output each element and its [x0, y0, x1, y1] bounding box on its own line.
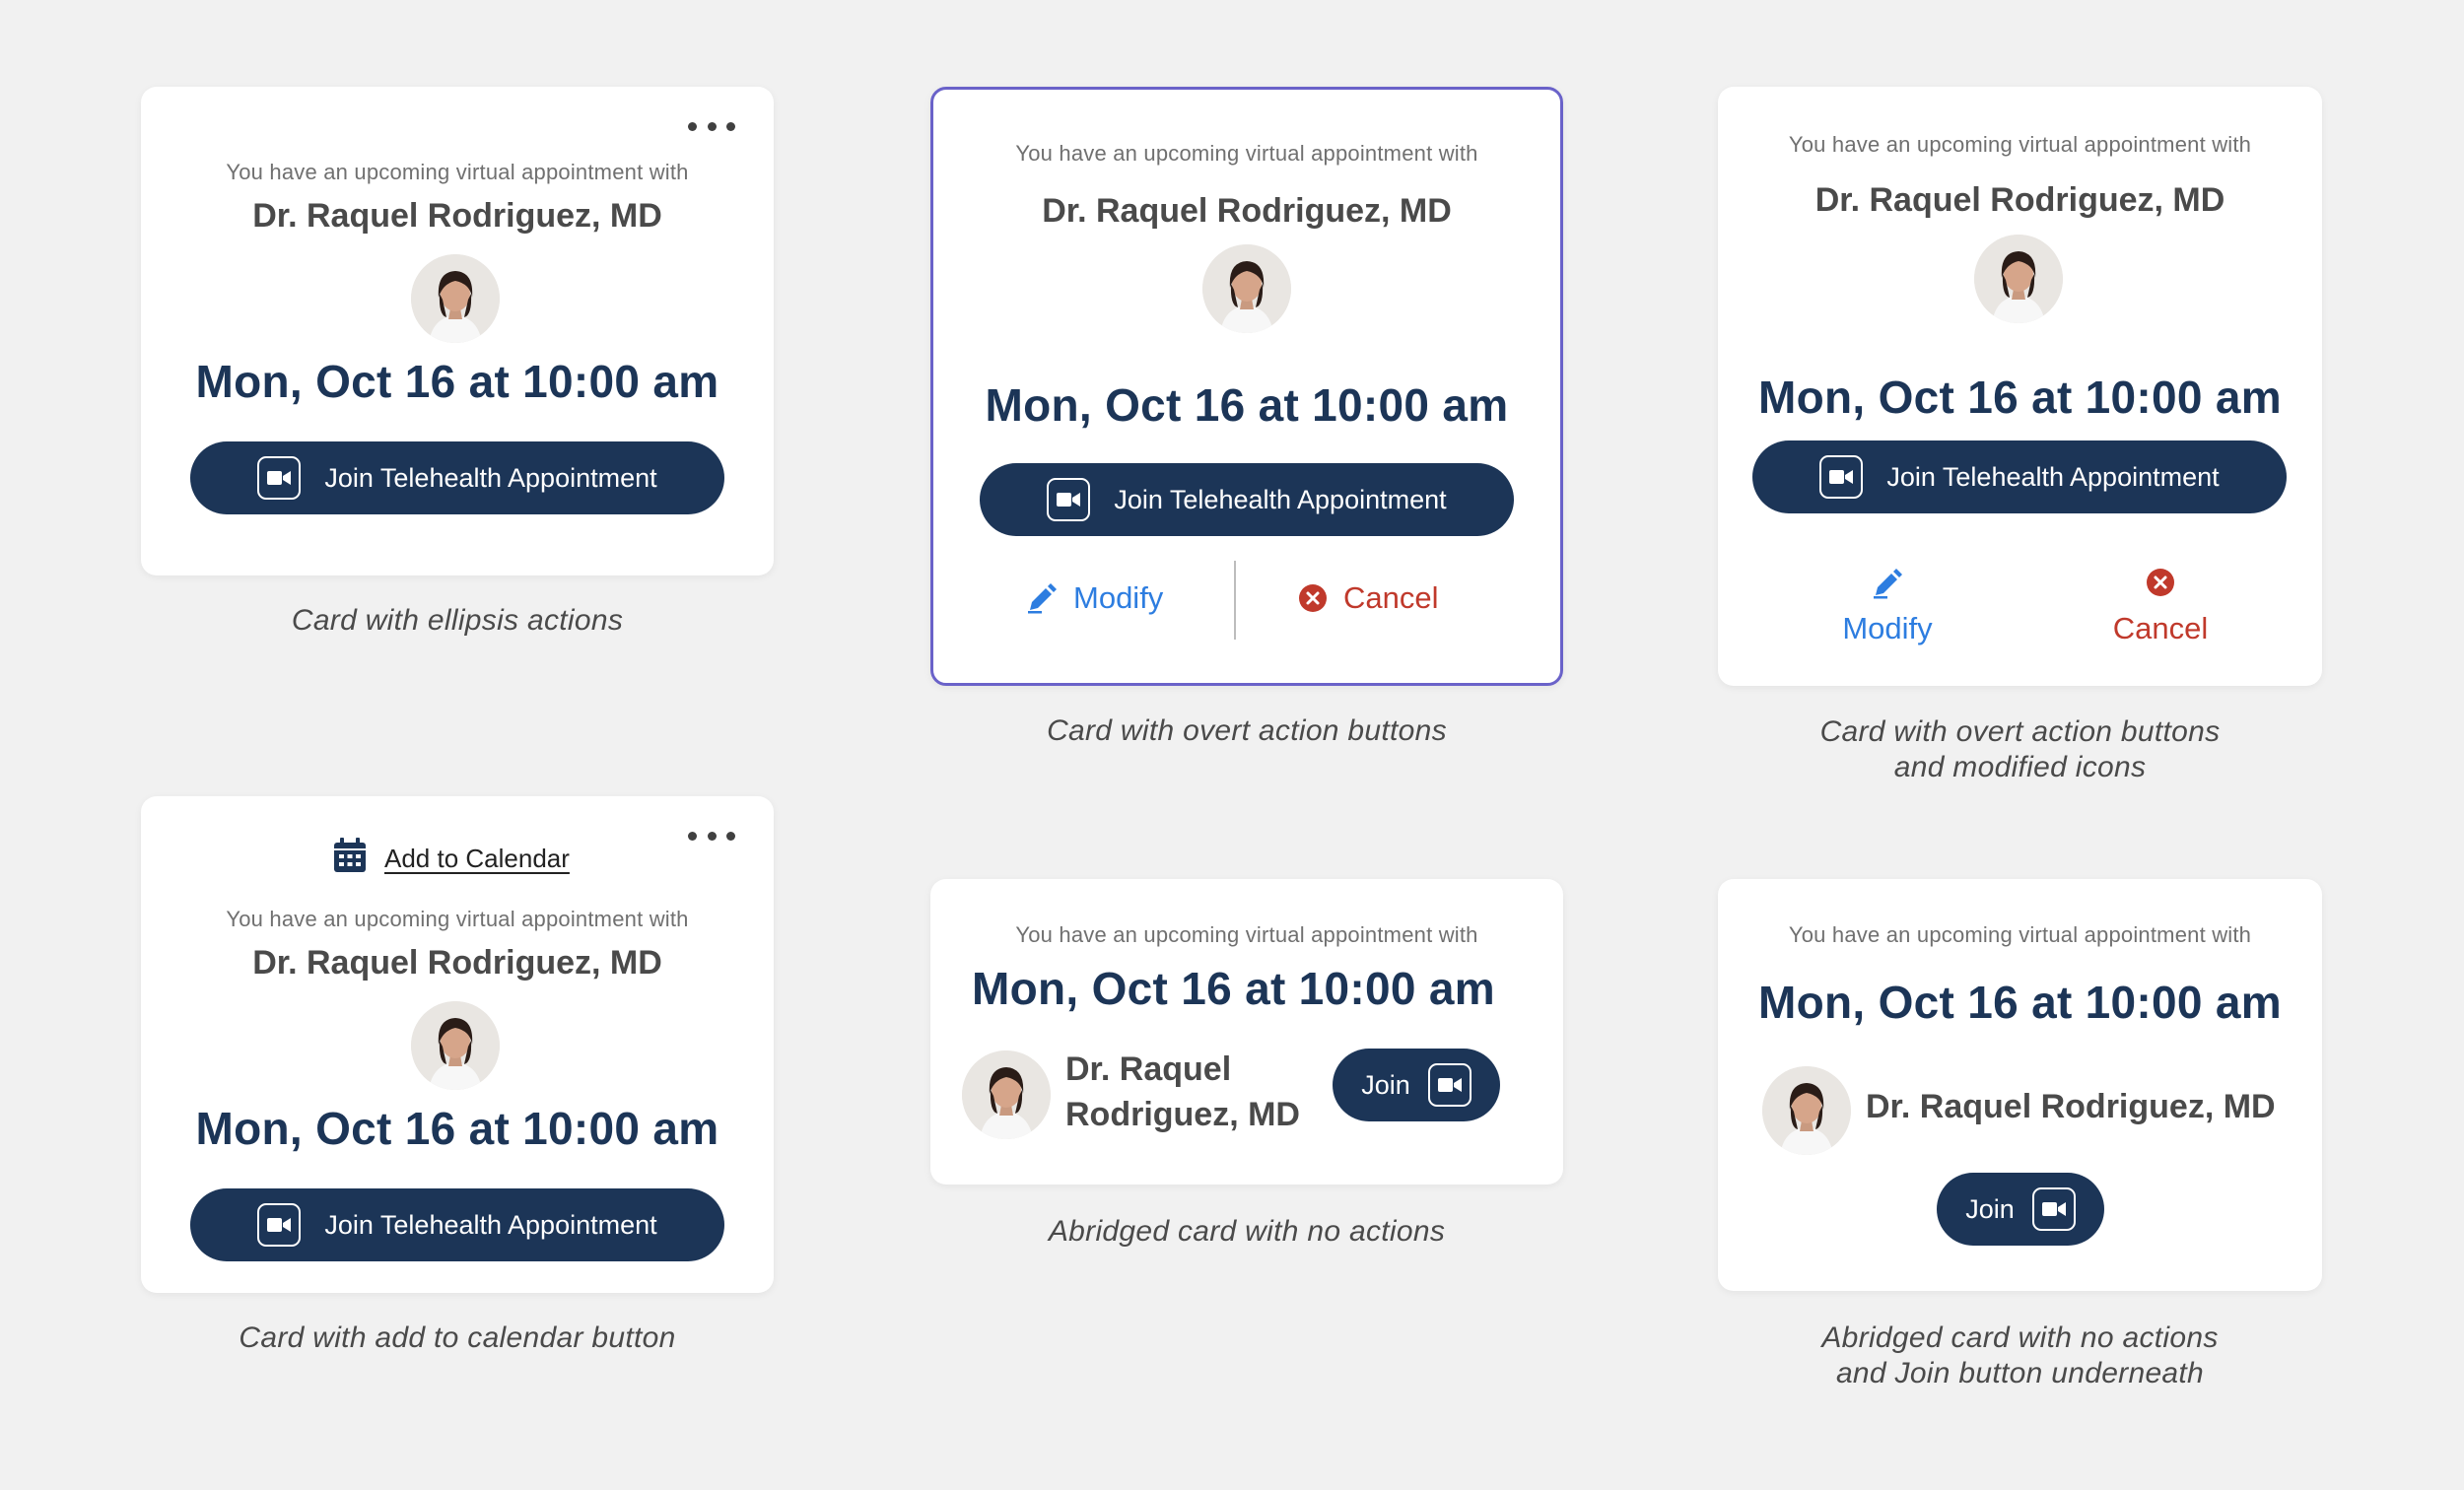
caption-card-1: Card with ellipsis actions	[291, 604, 624, 637]
calendar-icon	[334, 838, 366, 872]
cancel-circle-icon	[2147, 569, 2174, 596]
doctor-name-line-2: Rodriguez, MD	[1065, 1096, 1300, 1133]
avatar	[1762, 1066, 1851, 1155]
join-button-label: Join	[1965, 1193, 2015, 1224]
appointment-datetime: Mon, Oct 16 at 10:00 am	[195, 1103, 719, 1154]
appointment-intro: You have an upcoming virtual appointment…	[1015, 922, 1478, 947]
appointment-intro: You have an upcoming virtual appointment…	[226, 160, 689, 184]
appointment-datetime: Mon, Oct 16 at 10:00 am	[1758, 372, 2282, 423]
join-button-label: Join	[1361, 1069, 1410, 1100]
caption-card-4: Card with add to calendar button	[239, 1321, 676, 1354]
join-button[interactable]: Join	[1937, 1173, 2104, 1246]
card-overt-actions: You have an upcoming virtual appointment…	[930, 87, 1563, 686]
cancel-button[interactable]: Cancel	[2091, 568, 2229, 646]
join-button-label: Join Telehealth Appointment	[1886, 461, 2220, 492]
add-to-calendar-link[interactable]: Add to Calendar	[384, 844, 570, 874]
avatar	[1974, 235, 2063, 323]
doctor-name-line-1: Dr. Raquel	[1065, 1050, 1232, 1088]
doctor-name: Dr. Raquel Rodriguez, MD	[1866, 1088, 2276, 1125]
doctor-name: Dr. Raquel Rodriguez, MD	[252, 197, 662, 235]
doctor-name: Dr. Raquel Rodriguez, MD	[1065, 1047, 1300, 1137]
card-abridged-join-underneath: You have an upcoming virtual appointment…	[1718, 879, 2322, 1291]
ellipsis-icon[interactable]	[688, 826, 735, 846]
appointment-datetime: Mon, Oct 16 at 10:00 am	[972, 963, 1495, 1014]
appointment-datetime: Mon, Oct 16 at 10:00 am	[1758, 977, 2282, 1028]
card-ellipsis-actions: You have an upcoming virtual appointment…	[141, 87, 774, 576]
modify-label: Modify	[1842, 611, 1933, 645]
video-camera-icon	[257, 456, 302, 500]
appointment-datetime: Mon, Oct 16 at 10:00 am	[195, 356, 719, 407]
avatar	[411, 254, 500, 343]
appointment-intro: You have an upcoming virtual appointment…	[1788, 922, 2252, 947]
caption-card-5: Abridged card with no actions	[1048, 1215, 1446, 1248]
modify-button[interactable]: Modify	[1026, 580, 1163, 616]
pencil-icon	[1028, 583, 1057, 614]
cancel-label: Cancel	[1343, 580, 1439, 615]
video-camera-icon	[1427, 1063, 1472, 1107]
join-button[interactable]: Join	[1333, 1049, 1500, 1121]
join-button-label: Join Telehealth Appointment	[324, 1209, 657, 1240]
caption-line-2: and Join button underneath	[1835, 1357, 2205, 1389]
caption-line-1: Abridged card with no actions	[1821, 1321, 2219, 1354]
join-telehealth-button[interactable]: Join Telehealth Appointment	[190, 441, 724, 514]
video-camera-icon	[257, 1203, 302, 1247]
video-camera-icon	[2031, 1187, 2076, 1231]
video-camera-icon	[1819, 455, 1864, 499]
caption-line-1: Card with overt action buttons	[1819, 715, 2221, 748]
join-telehealth-button[interactable]: Join Telehealth Appointment	[190, 1188, 724, 1261]
card-overt-actions-modified-icons: You have an upcoming virtual appointment…	[1718, 87, 2322, 686]
appointment-datetime: Mon, Oct 16 at 10:00 am	[985, 379, 1509, 431]
caption-card-6: Abridged card with no actions and Join b…	[1718, 1321, 2322, 1391]
cancel-button[interactable]: Cancel	[1298, 580, 1439, 616]
card-abridged: You have an upcoming virtual appointment…	[930, 879, 1563, 1185]
doctor-name: Dr. Raquel Rodriguez, MD	[1814, 181, 2225, 219]
appointment-intro: You have an upcoming virtual appointment…	[1788, 132, 2252, 157]
doctor-name: Dr. Raquel Rodriguez, MD	[252, 944, 662, 982]
card-add-to-calendar: Add to Calendar You have an upcoming vir…	[141, 796, 774, 1293]
pencil-icon	[1874, 569, 1902, 599]
avatar	[962, 1050, 1051, 1139]
join-telehealth-button[interactable]: Join Telehealth Appointment	[1752, 440, 2287, 513]
modify-label: Modify	[1073, 580, 1164, 615]
join-button-label: Join Telehealth Appointment	[1114, 484, 1447, 514]
ellipsis-icon[interactable]	[688, 116, 735, 136]
cancel-circle-icon	[1299, 584, 1327, 612]
appointment-intro: You have an upcoming virtual appointment…	[1015, 141, 1478, 166]
avatar	[1202, 244, 1291, 333]
action-divider	[1234, 561, 1236, 640]
join-telehealth-button[interactable]: Join Telehealth Appointment	[980, 463, 1514, 536]
avatar	[411, 1001, 500, 1090]
cancel-label: Cancel	[2112, 611, 2209, 645]
join-button-label: Join Telehealth Appointment	[324, 462, 657, 493]
modify-button[interactable]: Modify	[1818, 568, 1956, 646]
doctor-name: Dr. Raquel Rodriguez, MD	[1042, 192, 1452, 230]
video-camera-icon	[1047, 478, 1091, 521]
caption-line-2: and modified icons	[1893, 751, 2147, 783]
caption-card-2: Card with overt action buttons	[1047, 714, 1447, 747]
appointment-intro: You have an upcoming virtual appointment…	[226, 907, 689, 931]
caption-card-3: Card with overt action buttons and modif…	[1718, 714, 2322, 785]
